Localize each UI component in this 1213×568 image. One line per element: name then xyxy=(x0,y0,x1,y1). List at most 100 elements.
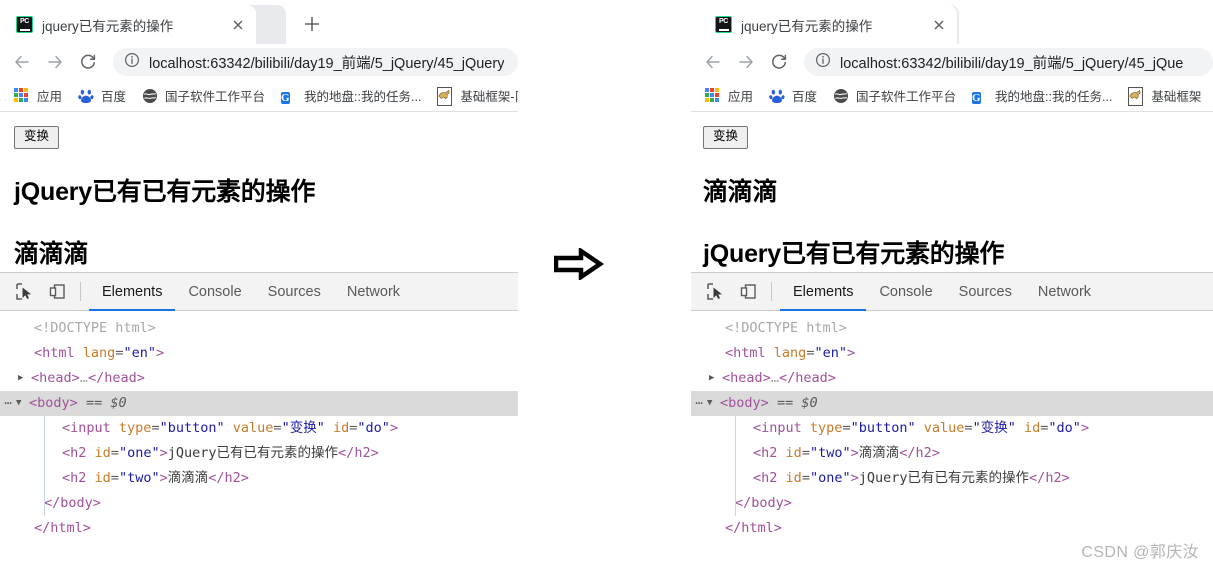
browser-toolbar: localhost:63342/bilibili/day19_前端/5_jQue… xyxy=(0,44,518,80)
browser-toolbar: localhost:63342/bilibili/day19_前端/5_jQue… xyxy=(691,44,1213,80)
bookmark-baidu[interactable]: 百度 xyxy=(78,86,126,105)
dom-line-doctype[interactable]: <!DOCTYPE html> xyxy=(0,316,518,341)
dom-line-doctype[interactable]: <!DOCTYPE html> xyxy=(691,316,1213,341)
more-options-icon[interactable]: ⋯ xyxy=(691,391,707,416)
csdn-watermark: CSDN @郭庆汝 xyxy=(1081,544,1199,561)
favicon-label: PC xyxy=(19,18,30,25)
dom-line-h2-second[interactable]: <h2 id="two">滴滴滴</h2> xyxy=(0,466,518,491)
close-icon[interactable] xyxy=(228,15,248,35)
globe-icon xyxy=(142,88,158,104)
collapse-triangle-icon[interactable]: ▼ xyxy=(16,391,29,416)
bookmark-label: 应用 xyxy=(728,90,754,104)
bookmark-guozi[interactable]: 国子软件工作平台 xyxy=(833,86,956,105)
back-icon[interactable] xyxy=(699,48,727,76)
new-tab-icon[interactable] xyxy=(300,12,324,36)
url-text: localhost:63342/bilibili/day19_前端/5_jQue… xyxy=(149,55,505,72)
toolbar-divider xyxy=(80,282,81,301)
bookmark-label: 百度 xyxy=(792,90,818,104)
close-icon[interactable] xyxy=(929,15,949,35)
bookmark-mydomain[interactable]: G 我的地盘::我的任务... xyxy=(281,86,421,105)
dom-line-html-open[interactable]: <html lang="en"> xyxy=(691,341,1213,366)
forward-icon[interactable] xyxy=(41,48,69,76)
dom-line-h2-first[interactable]: <h2 id="two">滴滴滴</h2> xyxy=(691,441,1213,466)
dom-line-body-selected[interactable]: ⋯ ▼ <body> == $0 xyxy=(0,391,518,416)
bookmark-framework[interactable]: 基础框架-阝 xyxy=(437,86,518,106)
tab-title: jquery已有元素的操作 xyxy=(42,18,174,34)
site-info-icon[interactable] xyxy=(815,52,831,73)
reload-icon[interactable] xyxy=(74,48,102,76)
dom-line-html-close[interactable]: </html> xyxy=(0,516,518,541)
toolbar-divider xyxy=(771,282,772,301)
inspect-element-icon[interactable] xyxy=(8,273,41,310)
phpstorm-favicon: PC xyxy=(715,16,732,33)
device-toolbar-icon[interactable] xyxy=(732,273,765,310)
devtools-panel: Elements Console Sources Network <!DOCTY… xyxy=(691,272,1213,541)
bookmark-apps[interactable]: 应用 xyxy=(14,86,62,105)
favicon-underline xyxy=(718,28,729,31)
tab-title: jquery已有元素的操作 xyxy=(741,18,873,34)
bookmark-label: 我的地盘::我的任务... xyxy=(304,90,422,104)
bookmark-label: 国子软件工作平台 xyxy=(856,90,957,104)
dom-line-head[interactable]: ▶ <head>…</head> xyxy=(0,366,518,391)
dom-line-h2-second[interactable]: <h2 id="one">jQuery已有已有元素的操作</h2> xyxy=(691,466,1213,491)
browser-tab[interactable]: PC jquery已有元素的操作 xyxy=(6,5,256,44)
dom-line-body-close[interactable]: </body> xyxy=(691,491,1213,516)
page-content: jQuery已有已有元素的操作 滴滴滴 xyxy=(0,112,518,272)
dom-line-body-close[interactable]: </body> xyxy=(0,491,518,516)
expand-triangle-icon[interactable]: ▶ xyxy=(709,366,722,391)
bookmark-apps[interactable]: 应用 xyxy=(705,86,753,105)
inspect-element-icon[interactable] xyxy=(699,273,732,310)
reload-icon[interactable] xyxy=(765,48,793,76)
page-heading-two: 滴滴滴 xyxy=(14,239,89,268)
phpstorm-favicon: PC xyxy=(16,16,33,33)
devtools-tab-network[interactable]: Network xyxy=(1025,273,1104,310)
more-options-icon[interactable]: ⋯ xyxy=(0,391,16,416)
bookmark-mydomain[interactable]: G 我的地盘::我的任务... xyxy=(972,86,1112,105)
transform-button[interactable] xyxy=(14,126,60,149)
devtools-tab-console[interactable]: Console xyxy=(175,273,254,310)
address-bar[interactable]: localhost:63342/bilibili/day19_前端/5_jQue… xyxy=(804,48,1213,76)
devtools-tabbar: Elements Console Sources Network xyxy=(691,273,1213,311)
devtools-tab-sources[interactable]: Sources xyxy=(946,273,1025,310)
devtools-tab-elements[interactable]: Elements xyxy=(89,273,176,311)
baidu-paw-icon xyxy=(769,88,785,104)
forward-icon[interactable] xyxy=(732,48,760,76)
globe-icon xyxy=(833,88,849,104)
dom-line-input[interactable]: <input type="button" value="变换" id="do"> xyxy=(691,416,1213,441)
address-bar[interactable]: localhost:63342/bilibili/day19_前端/5_jQue… xyxy=(113,48,518,76)
devtools-tab-sources[interactable]: Sources xyxy=(255,273,334,310)
devtools-tab-network[interactable]: Network xyxy=(334,273,413,310)
url-text: localhost:63342/bilibili/day19_前端/5_jQue… xyxy=(840,55,1184,72)
devtools-tab-elements[interactable]: Elements xyxy=(780,273,867,311)
devtools-tab-console[interactable]: Console xyxy=(866,273,945,310)
expand-triangle-icon[interactable]: ▶ xyxy=(18,366,31,391)
bookmark-label: 基础框架 xyxy=(1151,90,1202,104)
dom-tree: <!DOCTYPE html> <html lang="en"> ▶ <head>… xyxy=(691,311,1213,541)
browser-window-after: PC jquery已有元素的操作 localhost:63342/bilibil… xyxy=(691,0,1213,568)
dom-line-body-selected[interactable]: ⋯ ▼ <body> == $0 xyxy=(691,391,1213,416)
back-icon[interactable] xyxy=(8,48,36,76)
transform-button[interactable] xyxy=(703,126,749,149)
bookmark-label: 基础框架-阝 xyxy=(460,90,518,104)
site-info-icon[interactable] xyxy=(124,52,140,73)
bookmark-framework[interactable]: 基础框架 xyxy=(1128,86,1202,106)
devtools-panel: Elements Console Sources Network <!DOCTY… xyxy=(0,272,518,541)
dom-line-h2-first[interactable]: <h2 id="one">jQuery已有已有元素的操作</h2> xyxy=(0,441,518,466)
google-g-icon: G xyxy=(972,91,981,104)
dom-line-html-open[interactable]: <html lang="en"> xyxy=(0,341,518,366)
dom-line-input[interactable]: <input type="button" value="变换" id="do"> xyxy=(0,416,518,441)
mule-icon xyxy=(437,86,453,106)
browser-tab[interactable]: PC jquery已有元素的操作 xyxy=(705,5,957,44)
bookmark-label: 百度 xyxy=(101,90,127,104)
bookmark-baidu[interactable]: 百度 xyxy=(769,86,817,105)
device-toolbar-icon[interactable] xyxy=(41,273,74,310)
tab-strip: PC jquery已有元素的操作 xyxy=(0,0,518,44)
dom-tree: <!DOCTYPE html> <html lang="en"> ▶ <head>… xyxy=(0,311,518,541)
favicon-label: PC xyxy=(718,18,729,25)
browser-window-before: PC jquery已有元素的操作 localhost:63342/bilibil… xyxy=(0,0,518,568)
collapse-triangle-icon[interactable]: ▼ xyxy=(707,391,720,416)
dom-line-head[interactable]: ▶ <head>…</head> xyxy=(691,366,1213,391)
bookmark-label: 我的地盘::我的任务... xyxy=(995,90,1113,104)
favicon-underline xyxy=(19,28,30,31)
bookmark-guozi[interactable]: 国子软件工作平台 xyxy=(142,86,265,105)
